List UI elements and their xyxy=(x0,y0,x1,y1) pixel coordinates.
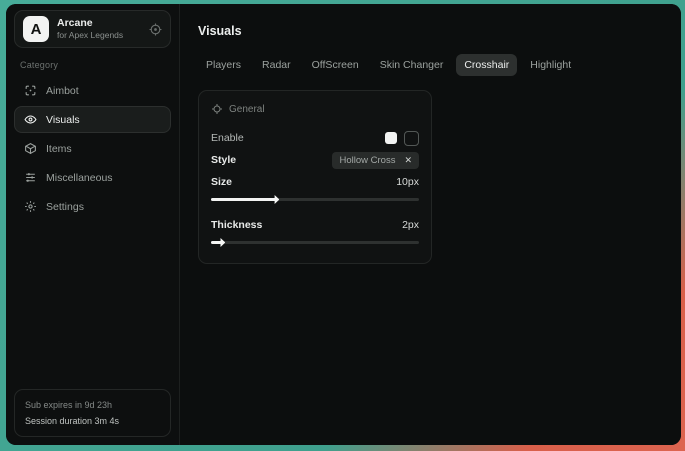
subscription-status-card: Sub expires in 9d 23h Session duration 3… xyxy=(14,389,171,437)
tab-players[interactable]: Players xyxy=(198,54,249,76)
style-row: Style Hollow Cross ✕ xyxy=(211,149,419,171)
tab-radar[interactable]: Radar xyxy=(254,54,299,76)
remove-style-icon[interactable]: ✕ xyxy=(404,156,412,165)
enable-row: Enable xyxy=(211,127,419,149)
package-icon xyxy=(24,142,37,155)
gear-icon xyxy=(24,200,37,213)
sidebar-item-aimbot[interactable]: Aimbot xyxy=(14,77,171,104)
panel-header: General xyxy=(211,103,419,115)
sliders-icon xyxy=(24,171,37,184)
size-label: Size xyxy=(211,176,232,188)
sidebar-item-label: Visuals xyxy=(46,114,80,126)
sidebar-item-label: Settings xyxy=(46,201,84,213)
sidebar-item-label: Aimbot xyxy=(46,85,79,97)
panel-title: General xyxy=(229,104,265,115)
thickness-row: Thickness 2px xyxy=(211,214,419,236)
tab-bar: Players Radar OffScreen Skin Changer Cro… xyxy=(198,54,663,76)
size-slider-fill xyxy=(211,198,273,201)
sidebar-item-visuals[interactable]: Visuals xyxy=(14,106,171,133)
session-duration-text: Session duration 3m 4s xyxy=(25,413,160,429)
app-logo: A xyxy=(23,16,49,42)
enable-controls xyxy=(385,131,419,146)
app-name: Arcane xyxy=(57,17,123,30)
scan-target-icon xyxy=(24,84,37,97)
general-panel: General Enable Style Hollow Cross ✕ Size… xyxy=(198,90,432,264)
sidebar-item-label: Miscellaneous xyxy=(46,172,113,184)
sidebar-item-items[interactable]: Items xyxy=(14,135,171,162)
thickness-label: Thickness xyxy=(211,219,262,231)
sidebar-item-miscellaneous[interactable]: Miscellaneous xyxy=(14,164,171,191)
enable-keybind-box[interactable] xyxy=(404,131,419,146)
app-window: A Arcane for Apex Legends Category Aimbo xyxy=(6,4,681,445)
size-value: 10px xyxy=(396,176,419,188)
tab-skin-changer[interactable]: Skin Changer xyxy=(372,54,452,76)
style-label: Style xyxy=(211,154,236,166)
sidebar-item-settings[interactable]: Settings xyxy=(14,193,171,220)
sidebar-item-label: Items xyxy=(46,143,72,155)
category-label: Category xyxy=(20,60,165,70)
thickness-slider[interactable] xyxy=(211,241,419,244)
tab-highlight[interactable]: Highlight xyxy=(522,54,579,76)
thickness-slider-thumb[interactable] xyxy=(215,238,225,247)
tab-offscreen[interactable]: OffScreen xyxy=(304,54,367,76)
size-slider[interactable] xyxy=(211,198,419,201)
target-icon[interactable] xyxy=(149,23,162,36)
page-title: Visuals xyxy=(198,24,663,38)
sub-expires-text: Sub expires in 9d 23h xyxy=(25,397,160,413)
size-slider-thumb[interactable] xyxy=(269,195,279,204)
app-subtitle: for Apex Legends xyxy=(57,30,123,41)
size-row: Size 10px xyxy=(211,171,419,193)
sidebar: A Arcane for Apex Legends Category Aimbo xyxy=(6,4,180,445)
style-value: Hollow Cross xyxy=(339,155,395,166)
style-selected-tag[interactable]: Hollow Cross ✕ xyxy=(332,152,419,169)
brand-card: A Arcane for Apex Legends xyxy=(14,10,171,48)
enable-checkbox[interactable] xyxy=(385,132,397,144)
thickness-value: 2px xyxy=(402,219,419,231)
tab-crosshair[interactable]: Crosshair xyxy=(456,54,517,76)
eye-icon xyxy=(24,113,37,126)
enable-label: Enable xyxy=(211,132,244,144)
brand-text: Arcane for Apex Legends xyxy=(57,17,123,41)
crosshair-icon xyxy=(211,103,223,115)
main-content: Visuals Players Radar OffScreen Skin Cha… xyxy=(180,4,681,445)
